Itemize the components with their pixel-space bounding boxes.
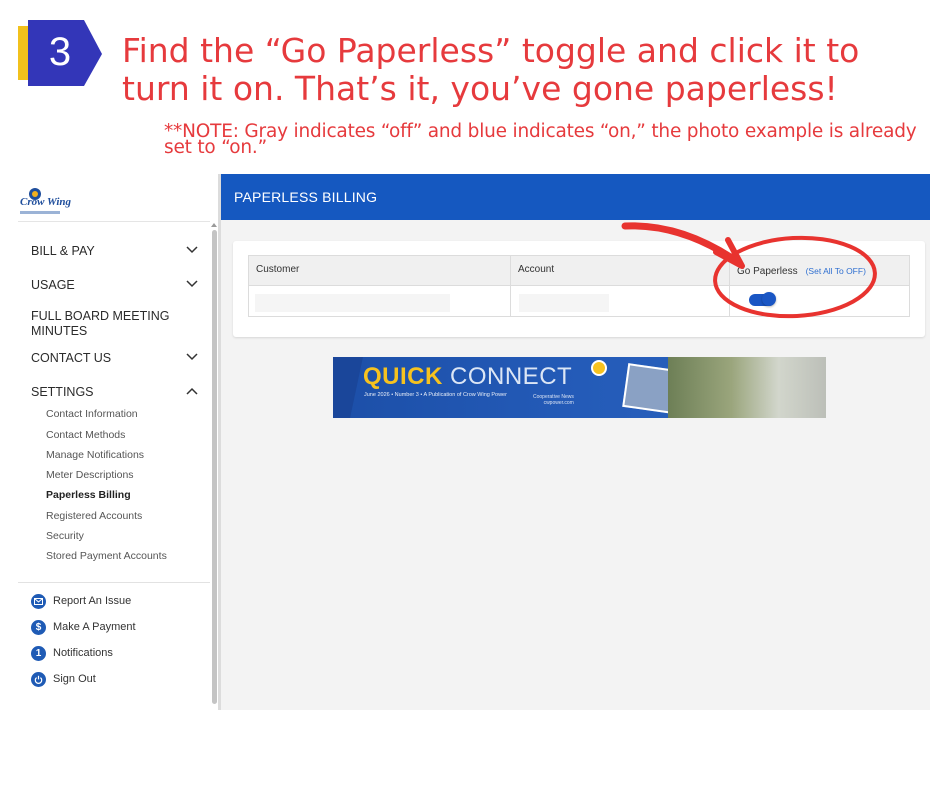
- mail-icon: [31, 593, 46, 609]
- banner-sun-icon: [591, 360, 607, 376]
- quick-connect-banner[interactable]: QUICK CONNECT June 2026 • Number 3 • A P…: [333, 357, 826, 418]
- nav-contact-us[interactable]: CONTACT US: [31, 351, 201, 366]
- power-icon: [31, 671, 46, 687]
- customer-cell-redacted: [255, 294, 450, 312]
- sub-security[interactable]: Security: [46, 530, 84, 542]
- dollar-icon: $: [31, 619, 46, 635]
- col-account: Account: [518, 264, 555, 275]
- chevron-down-icon[interactable]: [186, 353, 198, 365]
- report-issue-link[interactable]: Report An Issue: [31, 593, 131, 609]
- chevron-down-icon[interactable]: [186, 246, 198, 258]
- banner-coop: Cooperative News cwpower.com: [533, 394, 574, 406]
- app-screenshot: Crow Wing BILL & PAY USAGE FULL BOARD ME…: [18, 174, 930, 710]
- page-title: PAPERLESS BILLING: [234, 189, 378, 205]
- sidebar-scrollbar[interactable]: [212, 230, 217, 704]
- sub-registered-accounts[interactable]: Registered Accounts: [46, 510, 142, 522]
- crow-wing-logo: Crow Wing: [20, 188, 80, 216]
- notification-count-icon: 1: [31, 645, 46, 661]
- sidebar: Crow Wing BILL & PAY USAGE FULL BOARD ME…: [18, 174, 218, 710]
- col-customer: Customer: [256, 264, 300, 275]
- chevron-down-icon[interactable]: [186, 280, 198, 292]
- go-paperless-toggle[interactable]: [749, 292, 776, 306]
- sub-contact-information[interactable]: Contact Information: [46, 408, 138, 420]
- banner-subtitle: June 2026 • Number 3 • A Publication of …: [364, 392, 507, 398]
- paperless-card: Customer Account Go Paperless (Set All To…: [233, 241, 925, 337]
- sub-contact-methods[interactable]: Contact Methods: [46, 429, 125, 441]
- nav-board-minutes[interactable]: FULL BOARD MEETING MINUTES: [31, 309, 181, 339]
- col-go-paperless: Go Paperless (Set All To OFF): [737, 266, 866, 277]
- step-note: **NOTE: Gray indicates “off” and blue in…: [164, 121, 917, 158]
- svg-text:3: 3: [49, 30, 71, 74]
- sub-manage-notifications[interactable]: Manage Notifications: [46, 449, 144, 461]
- nav-settings[interactable]: SETTINGS: [31, 385, 201, 400]
- sign-out-link[interactable]: Sign Out: [31, 671, 96, 687]
- notifications-link[interactable]: 1 Notifications: [31, 645, 113, 661]
- banner-title: QUICK CONNECT: [363, 363, 573, 390]
- banner-photo: [668, 357, 826, 418]
- nav-usage[interactable]: USAGE: [31, 278, 201, 293]
- scroll-up-arrow-icon[interactable]: [211, 223, 217, 227]
- paperless-table: Customer Account Go Paperless (Set All To…: [248, 255, 910, 317]
- step-title: Find the “Go Paperless” toggle and click…: [122, 31, 860, 108]
- sub-stored-payment-accounts[interactable]: Stored Payment Accounts: [46, 550, 167, 562]
- chevron-up-icon[interactable]: [186, 387, 198, 399]
- set-all-off-link[interactable]: (Set All To OFF): [806, 266, 866, 276]
- sub-meter-descriptions[interactable]: Meter Descriptions: [46, 469, 134, 481]
- make-payment-link[interactable]: $ Make A Payment: [31, 619, 136, 635]
- account-cell-redacted: [519, 294, 609, 312]
- table-header: Customer Account Go Paperless (Set All To…: [249, 256, 909, 286]
- page-header: PAPERLESS BILLING: [221, 174, 930, 220]
- toggle-knob: [762, 292, 776, 306]
- sub-paperless-billing[interactable]: Paperless Billing: [46, 489, 131, 501]
- step-number-badge: 3: [18, 18, 106, 86]
- nav-bill-pay[interactable]: BILL & PAY: [31, 244, 201, 259]
